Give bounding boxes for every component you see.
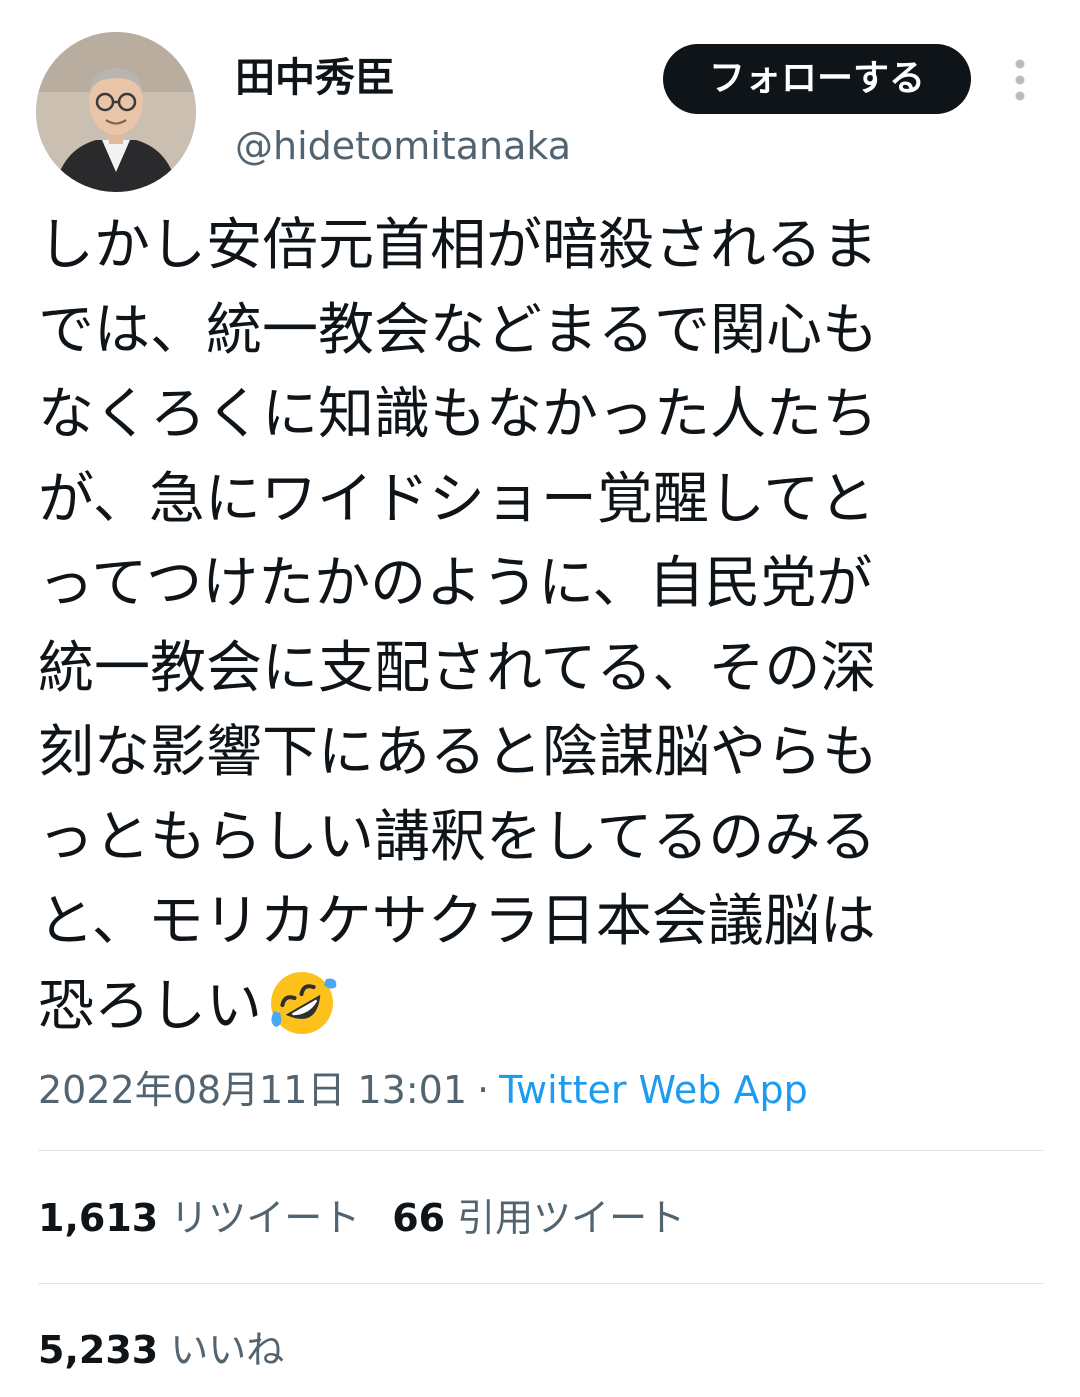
tweet-line: ってつけたかのように、自民党が [38, 551, 873, 616]
quote-count: 66 [392, 1196, 446, 1240]
tweet-last-line: 恐ろしい [38, 965, 1038, 1050]
tweet-line: 統一教会に支配されてる、その深 [38, 635, 877, 701]
quotes-stat[interactable]: 66 引用ツイート [392, 1188, 685, 1248]
tweet-line: 恐ろしい [38, 973, 262, 1039]
tweet-line: 刻な影響下にあると陰謀脳やらも [38, 720, 878, 785]
tweet-line: が、急にワイドショー覚醒してと [38, 466, 876, 532]
tweet-line: なくろくに知識もなかった人たち [38, 382, 878, 447]
timestamp[interactable]: 2022年08月11日 13:01 [38, 1068, 467, 1112]
follow-button[interactable]: フォローする [663, 44, 971, 114]
tweet-line: っともらしい講釈をしてるのみる [38, 804, 877, 870]
retweets-stat[interactable]: 1,613 リツイート [38, 1188, 360, 1248]
more-vertical-icon[interactable] [1004, 56, 1036, 104]
like-count: 5,233 [38, 1328, 159, 1372]
divider [38, 1283, 1044, 1284]
display-name[interactable]: 田中秀臣 [235, 52, 395, 104]
quote-label: 引用ツイート [457, 1196, 686, 1240]
tweet-text: しかし安倍元首相が暗殺されるま では、統一教会などまるで関心も なくろくに知識も… [38, 204, 1038, 1049]
source-link[interactable]: Twitter Web App [499, 1068, 808, 1112]
divider [38, 1150, 1044, 1151]
tweet-line: では、統一教会などまるで関心も [38, 297, 878, 363]
user-handle[interactable]: @hidetomitanaka [235, 122, 571, 170]
stats-row: 1,613 リツイート 66 引用ツイート [38, 1188, 717, 1248]
meta-separator: · [477, 1068, 490, 1112]
tweet-line: しかし安倍元首相が暗殺されるま [38, 213, 878, 278]
tweet-meta: 2022年08月11日 13:01 · Twitter Web App [38, 1062, 808, 1118]
tweet-line: と、モリカケサクラ日本会議脳は [38, 889, 876, 954]
likes-stat[interactable]: 5,233 いいね [38, 1320, 284, 1380]
rolling-on-the-floor-laughing-emoji [264, 965, 340, 1041]
retweet-count: 1,613 [38, 1196, 159, 1240]
tweet-header: 田中秀臣 @hidetomitanaka フォローする [0, 0, 1080, 200]
avatar[interactable] [36, 32, 196, 192]
profile-photo [36, 32, 196, 192]
retweet-label: リツイート [170, 1196, 361, 1240]
likes-row: 5,233 いいね [38, 1320, 316, 1380]
like-label: いいね [170, 1328, 285, 1372]
